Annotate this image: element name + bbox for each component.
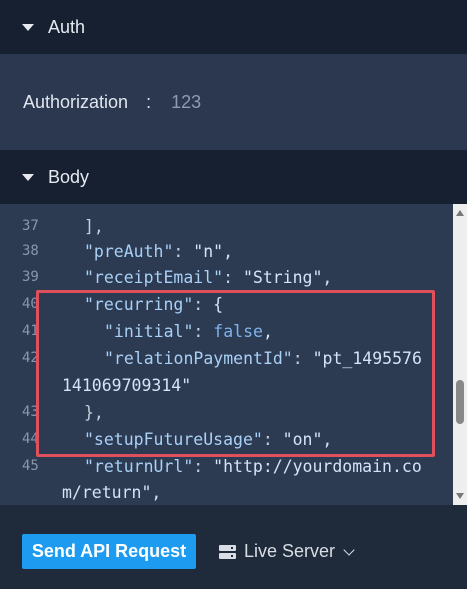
server-select-label: Live Server <box>244 541 336 561</box>
authorization-label: Authorization <box>23 91 129 112</box>
send-api-request-button[interactable]: Send API Request <box>22 534 196 569</box>
code-text: "preAuth": "n", <box>84 241 234 261</box>
line-number: 45 <box>22 458 39 474</box>
auth-header-label: Auth <box>48 16 86 37</box>
chevron-down-icon <box>343 543 355 556</box>
authorization-separator: : <box>146 91 152 112</box>
line-number: 43 <box>22 404 39 420</box>
line-number: 44 <box>22 431 39 447</box>
triangle-down-icon <box>22 173 34 181</box>
line-number: 38 <box>22 243 39 259</box>
authorization-value[interactable]: 123 <box>171 92 201 113</box>
code-text: "receiptEmail": "String", <box>84 267 333 287</box>
triangle-down-icon <box>22 23 34 31</box>
vertical-scrollbar[interactable] <box>453 204 467 505</box>
body-code-editor[interactable]: 37 ], 38 "preAuth": "n", 39 "receiptEmai… <box>0 204 467 505</box>
code-text: 141069709314" <box>62 375 192 395</box>
code-text: "setupFutureUsage": "on", <box>84 429 333 449</box>
scroll-down-icon[interactable] <box>456 493 464 499</box>
auth-panel: Authorization : 123 <box>0 54 467 150</box>
code-text: ], <box>84 216 104 236</box>
line-number: 37 <box>22 218 39 234</box>
code-text: "returnUrl": "http://yourdomain.co <box>84 456 422 476</box>
scroll-up-icon[interactable] <box>456 210 464 216</box>
server-select-dropdown[interactable]: Live Server <box>219 534 355 569</box>
code-text: "initial": false, <box>104 321 273 341</box>
request-footer: Send API Request Live Server <box>0 505 467 589</box>
code-text: }, <box>84 402 104 422</box>
auth-section-header[interactable]: Auth <box>0 0 467 54</box>
server-icon <box>219 544 236 559</box>
body-header-label: Body <box>48 166 90 187</box>
line-number: 42 <box>22 350 39 366</box>
scrollbar-thumb[interactable] <box>456 380 464 424</box>
body-section-header[interactable]: Body <box>0 150 467 204</box>
code-text: m/return", <box>62 482 162 502</box>
line-number: 39 <box>22 269 39 285</box>
code-text: "recurring": { <box>84 294 224 314</box>
line-number: 41 <box>22 323 39 339</box>
code-text: "relationPaymentId": "pt_1495576 <box>104 348 422 368</box>
line-number: 40 <box>22 296 39 312</box>
